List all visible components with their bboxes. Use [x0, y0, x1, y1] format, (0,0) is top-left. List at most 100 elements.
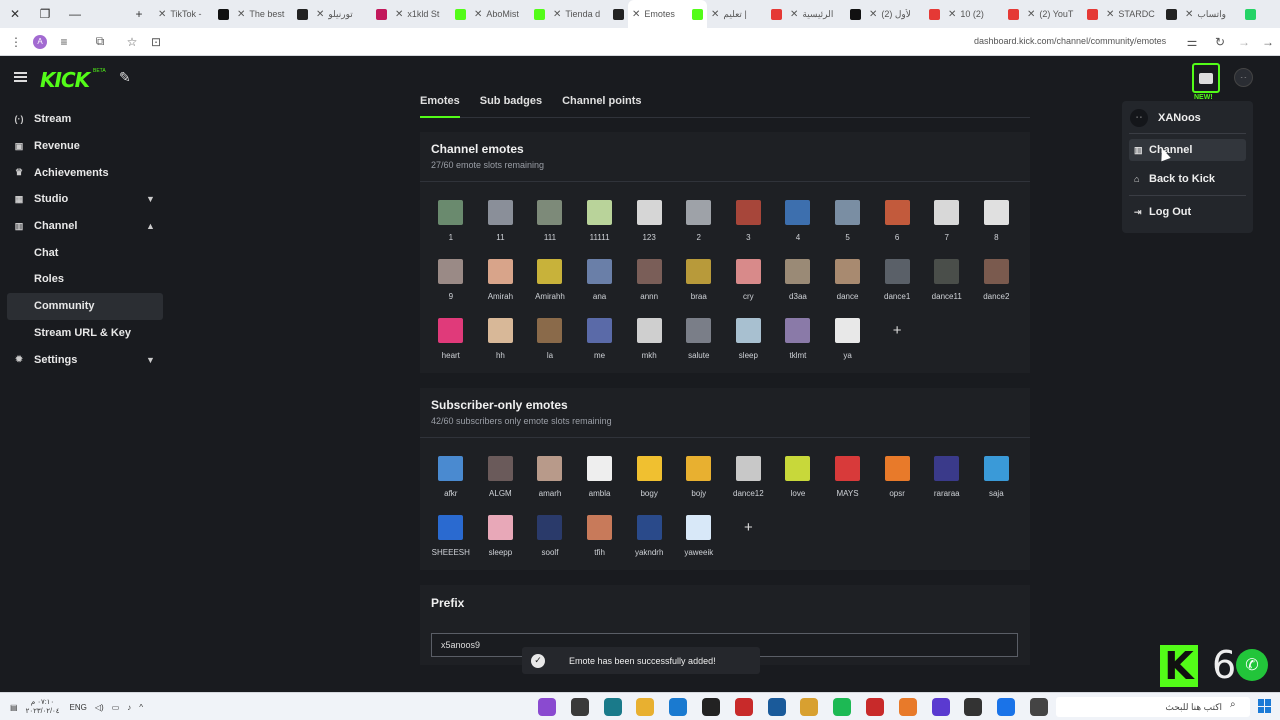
sidebar-item-stream-url-key[interactable]: Stream URL & Key: [0, 320, 170, 347]
emote-item[interactable]: opsr: [872, 452, 922, 511]
taskbar-app-icon[interactable]: [865, 698, 884, 716]
volume-icon[interactable]: ◁): [95, 703, 104, 712]
tune-icon[interactable]: ⚌: [1180, 28, 1204, 56]
emote-item[interactable]: tfih: [575, 511, 625, 570]
emote-item[interactable]: tklmt: [773, 314, 823, 373]
close-tab-icon[interactable]: ✕: [632, 9, 640, 20]
close-tab-icon[interactable]: ✕: [553, 9, 561, 20]
language-indicator[interactable]: ENG: [70, 703, 87, 712]
close-tab-icon[interactable]: ✕: [1185, 9, 1193, 20]
url-field[interactable]: dashboard.kick.com/channel/community/emo…: [974, 36, 1166, 46]
browser-tab[interactable]: ✕ (2) لأول: [865, 0, 944, 28]
close-tab-icon[interactable]: ✕: [474, 9, 482, 20]
close-tab-icon[interactable]: ✕: [869, 9, 877, 20]
emote-item[interactable]: 3: [724, 196, 774, 255]
emote-item[interactable]: heart: [426, 314, 476, 373]
chevron-down-icon[interactable]: ▼: [146, 194, 155, 204]
emote-item[interactable]: braa: [674, 255, 724, 314]
taskbar-app-icon[interactable]: [898, 698, 917, 716]
close-tab-icon[interactable]: ✕: [158, 9, 166, 20]
close-tab-icon[interactable]: ✕: [395, 9, 403, 20]
browser-tab[interactable]: ✕ تعليم |: [707, 0, 786, 28]
menu-item-back-to-kick[interactable]: ⌂ Back to Kick: [1129, 168, 1246, 190]
whatsapp-icon[interactable]: ✆: [1236, 649, 1268, 681]
user-avatar[interactable]: - -: [1234, 68, 1253, 87]
emote-item[interactable]: ya: [823, 314, 873, 373]
emote-item[interactable]: sleep: [724, 314, 774, 373]
browser-tab[interactable]: ✕ واتساب: [1181, 0, 1260, 28]
brush-icon[interactable]: ✎: [119, 69, 131, 86]
browser-tab[interactable]: ✕ Tienda d: [549, 0, 628, 28]
close-tab-icon[interactable]: ✕: [948, 9, 956, 20]
taskbar-search[interactable]: اكتب هنا للبحث: [1056, 697, 1250, 717]
browser-tab[interactable]: ✕ x1kld St: [391, 0, 470, 28]
browser-tab[interactable]: ✕ تورنيلو: [312, 0, 391, 28]
emote-item[interactable]: rararaa: [922, 452, 972, 511]
extensions-icon[interactable]: ⧉: [88, 28, 112, 56]
close-tab-icon[interactable]: ✕: [711, 9, 719, 20]
menu-item-channel[interactable]: ▥ Channel: [1129, 139, 1246, 161]
emote-item[interactable]: dance1: [872, 255, 922, 314]
emote-item[interactable]: bogy: [624, 452, 674, 511]
close-window-icon[interactable]: ✕: [0, 0, 30, 28]
emote-item[interactable]: 5: [823, 196, 873, 255]
back-icon[interactable]: →: [1256, 28, 1280, 56]
sidebar-item-community[interactable]: Community: [7, 292, 163, 320]
emote-item[interactable]: amarh: [525, 452, 575, 511]
emote-item[interactable]: mkh: [624, 314, 674, 373]
emote-item[interactable]: sleepp: [476, 511, 526, 570]
taskbar-app-icon[interactable]: [734, 698, 753, 716]
taskbar-app-icon[interactable]: [964, 698, 983, 716]
close-tab-icon[interactable]: ✕: [1106, 9, 1114, 20]
taskbar-app-icon[interactable]: [833, 698, 852, 716]
taskbar-app-icon[interactable]: [603, 698, 622, 716]
notification-icon[interactable]: ▤: [10, 703, 18, 712]
minimize-window-icon[interactable]: —: [60, 0, 90, 28]
network-icon[interactable]: ▭: [112, 703, 120, 712]
emote-item[interactable]: 11111: [575, 196, 625, 255]
taskbar-app-icon[interactable]: [767, 698, 786, 716]
forward-icon[interactable]: →: [1232, 28, 1256, 56]
emote-item[interactable]: 111: [525, 196, 575, 255]
browser-tab[interactable]: ✕ Emotes: [628, 0, 707, 28]
emote-item[interactable]: me: [575, 314, 625, 373]
taskbar-app-icon[interactable]: [1029, 698, 1048, 716]
emote-item[interactable]: SHEEESH: [426, 511, 476, 570]
clock[interactable]: ٠٧:١٠ م ٢٠٢٣/٠٢/٠٤: [26, 698, 60, 716]
profile-button[interactable]: A: [28, 28, 52, 56]
taskbar-app-icon[interactable]: [538, 698, 556, 716]
browser-tab[interactable]: ✕ TikTok -: [154, 0, 233, 28]
emote-item[interactable]: cry: [724, 255, 774, 314]
emote-item[interactable]: Amirah: [476, 255, 526, 314]
emote-item[interactable]: MAYS: [823, 452, 873, 511]
kick-logo[interactable]: KICK: [40, 68, 90, 92]
microphone-icon[interactable]: ♪: [127, 703, 131, 712]
sidebar-item-channel[interactable]: ▥ Channel ▲: [0, 213, 170, 240]
sidebar-item-settings[interactable]: ✹ Settings ▼: [0, 346, 170, 373]
emote-item[interactable]: dance: [823, 255, 873, 314]
add-emote-button[interactable]: +: [872, 314, 922, 373]
emote-item[interactable]: annn: [624, 255, 674, 314]
taskbar-app-icon[interactable]: [701, 698, 720, 716]
emote-item[interactable]: ambla: [575, 452, 625, 511]
menu-item-log-out[interactable]: ⇥ Log Out: [1129, 201, 1246, 223]
browser-tab[interactable]: ✕ AboMist: [470, 0, 549, 28]
emote-item[interactable]: hh: [476, 314, 526, 373]
browser-tab[interactable]: ✕ STARDC: [1102, 0, 1181, 28]
chevron-up-icon[interactable]: ▲: [146, 221, 155, 231]
emote-item[interactable]: 11: [476, 196, 526, 255]
close-tab-icon[interactable]: ✕: [790, 9, 798, 20]
add-emote-button[interactable]: +: [724, 511, 774, 570]
hamburger-menu-icon[interactable]: [14, 72, 27, 82]
emote-item[interactable]: dance11: [922, 255, 972, 314]
emote-item[interactable]: saja: [972, 452, 1022, 511]
browser-tab[interactable]: ✕ 10 (2): [944, 0, 1023, 28]
tab-channel-points[interactable]: Channel points: [562, 92, 641, 117]
emote-item[interactable]: 2: [674, 196, 724, 255]
bookmark-star-icon[interactable]: ☆: [120, 28, 144, 56]
emote-item[interactable]: yakndrh: [624, 511, 674, 570]
sidebar-item-revenue[interactable]: ▣ Revenue: [0, 133, 170, 160]
emote-item[interactable]: 123: [624, 196, 674, 255]
taskbar-app-icon[interactable]: [570, 698, 589, 716]
emote-item[interactable]: love: [773, 452, 823, 511]
